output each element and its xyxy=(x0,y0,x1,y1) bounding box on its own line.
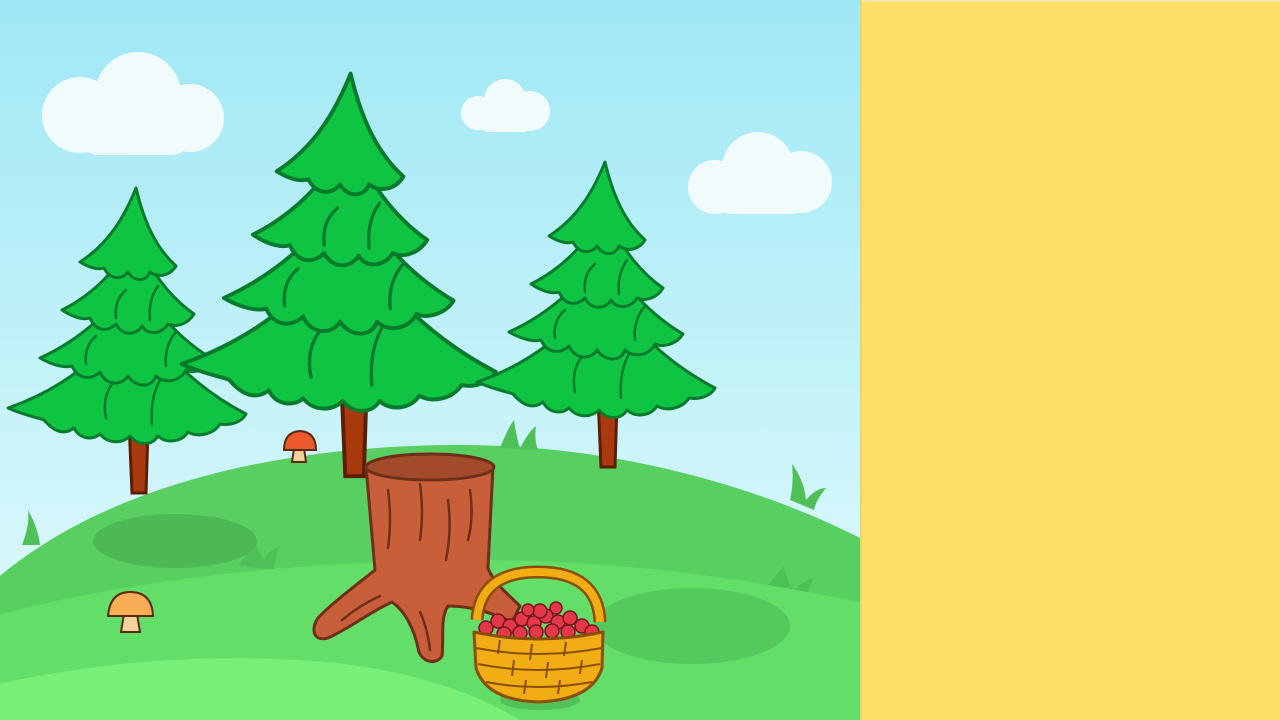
scene-canvas xyxy=(0,0,860,720)
side-panel xyxy=(860,0,1280,720)
basket-shadow xyxy=(594,588,790,664)
game-scene xyxy=(0,0,860,720)
panel-top-edge xyxy=(860,0,1280,2)
tree-shadow xyxy=(93,514,257,568)
panel-left-edge xyxy=(860,0,862,720)
